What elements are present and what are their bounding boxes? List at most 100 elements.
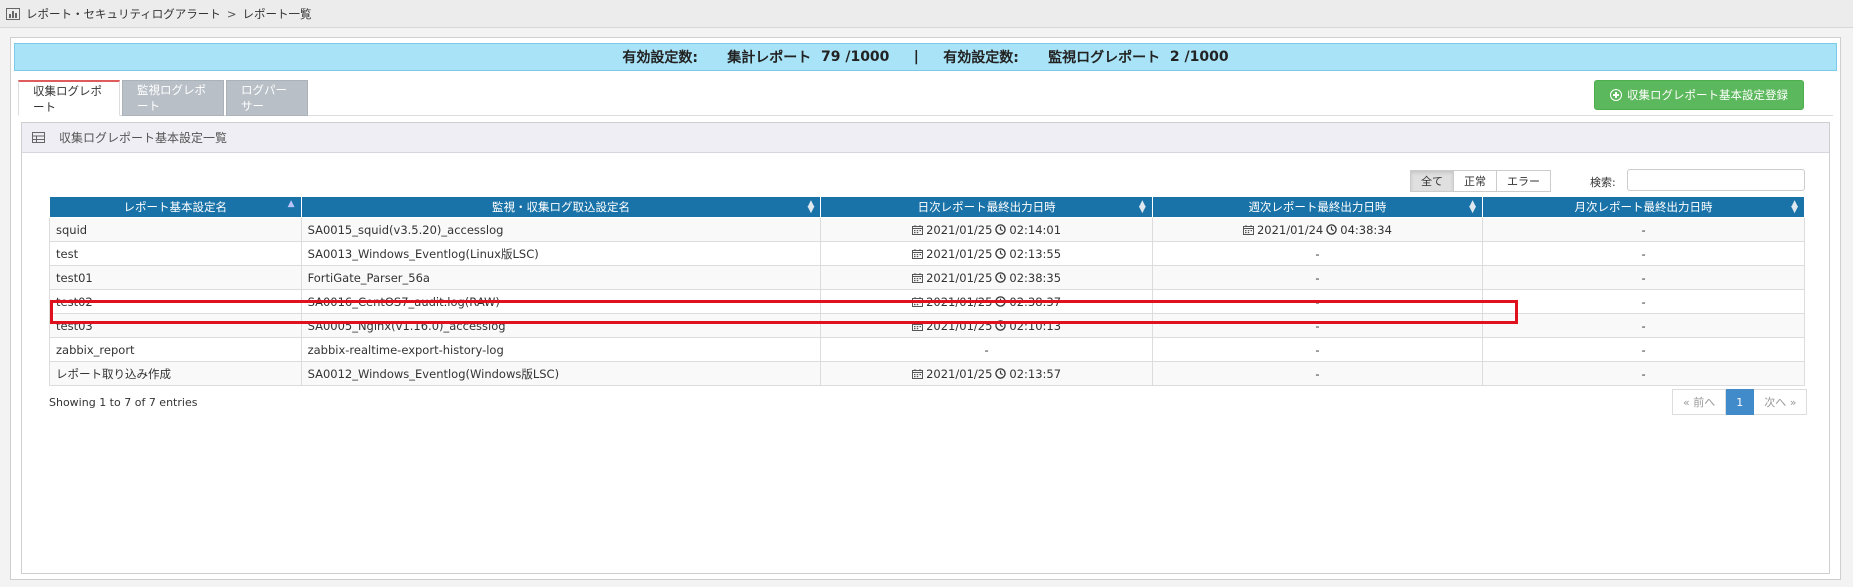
- cell-weekly-output: 2021/01/24 04:38:34: [1151, 217, 1484, 242]
- calendar-icon: [912, 224, 924, 235]
- cell-daily-output: 2021/01/25 02:38:35: [820, 265, 1153, 290]
- sort-icon: ▲ ▼: [1138, 199, 1146, 215]
- col-header-monthly-output[interactable]: 月次レポート最終出力日時 ▲ ▼: [1482, 196, 1805, 218]
- table-row[interactable]: test01 FortiGate_Parser_56a 2021/01/25 02…: [49, 265, 1805, 290]
- register-button-label: 収集ログレポート基本設定登録: [1627, 88, 1788, 102]
- col-header-report-name[interactable]: レポート基本設定名 ▲: [49, 196, 302, 218]
- breadcrumb-section-link[interactable]: レポート・セキュリティログアラート: [26, 6, 221, 22]
- cell-daily-output: 2021/01/25 02:10:13: [820, 313, 1153, 338]
- breadcrumb-current: レポート一覧: [242, 6, 312, 21]
- cell-report-name[interactable]: squid: [49, 217, 302, 242]
- report-settings-table: レポート基本設定名 ▲ 監視・収集ログ取込設定名 ▲ ▼ 日次レポート最終出力日時 ▲ ▼…: [49, 196, 1805, 386]
- cell-weekly-output: -: [1151, 289, 1484, 314]
- cell-daily-output: -: [820, 337, 1153, 362]
- panel-title: 収集ログレポート基本設定一覧: [59, 131, 228, 145]
- cell-monthly-output: -: [1482, 265, 1805, 290]
- table-row[interactable]: squid SA0015_squid(v3.5.20)_accesslog 20…: [49, 217, 1805, 242]
- table-row-highlighted[interactable]: zabbix_report zabbix-realtime-export-his…: [49, 337, 1805, 362]
- cell-source-setting: SA0005_Nginx(v1.16.0)_accesslog: [300, 313, 822, 338]
- clock-icon: [995, 319, 1007, 331]
- filter-error-button[interactable]: エラー: [1497, 170, 1551, 192]
- tab-monitor-log-report[interactable]: 監視ログレポート: [122, 80, 224, 116]
- search-input[interactable]: [1627, 169, 1805, 191]
- clock-icon: [995, 295, 1007, 307]
- tab-collected-log-report[interactable]: 収集ログレポート: [18, 80, 120, 116]
- bar-chart-icon: [6, 7, 20, 20]
- cell-weekly-output: -: [1151, 337, 1484, 362]
- pagination: « 前へ 1 次へ »: [1672, 389, 1808, 415]
- calendar-icon: [912, 248, 924, 259]
- summary-item2-value: 2 /1000: [1169, 49, 1229, 65]
- register-base-setting-button[interactable]: 収集ログレポート基本設定登録: [1594, 80, 1804, 110]
- sort-icon: ▲ ▼: [1469, 199, 1477, 215]
- calendar-icon: [912, 272, 924, 283]
- table-header-row: レポート基本設定名 ▲ 監視・収集ログ取込設定名 ▲ ▼ 日次レポート最終出力日時 ▲ ▼…: [49, 196, 1805, 218]
- cell-report-name[interactable]: test: [49, 241, 302, 266]
- cell-monthly-output: -: [1482, 289, 1805, 314]
- cell-report-name[interactable]: レポート取り込み作成: [49, 361, 302, 386]
- summary-label-2: 有効設定数:: [943, 50, 1019, 66]
- cell-source-setting: FortiGate_Parser_56a: [300, 265, 822, 290]
- table-row[interactable]: test03 SA0005_Nginx(v1.16.0)_accesslog 2…: [49, 313, 1805, 338]
- filter-all-button[interactable]: 全て: [1410, 170, 1454, 192]
- cell-report-name[interactable]: test03: [49, 313, 302, 338]
- pagination-prev-button[interactable]: « 前へ: [1672, 389, 1727, 415]
- summary-item2-name: 監視ログレポート: [1048, 50, 1161, 66]
- cell-monthly-output: -: [1482, 241, 1805, 266]
- calendar-icon: [1242, 224, 1254, 235]
- cell-daily-output: 2021/01/25 02:13:55: [820, 241, 1153, 266]
- cell-source-setting: SA0012_Windows_Eventlog(Windows版LSC): [300, 361, 822, 386]
- table-row[interactable]: test SA0013_Windows_Eventlog(Linux版LSC) …: [49, 241, 1805, 266]
- sort-asc-icon: ▲: [287, 199, 295, 209]
- clock-icon: [1326, 223, 1337, 235]
- clock-icon: [995, 247, 1007, 259]
- sort-icon: ▲ ▼: [1791, 199, 1798, 215]
- col-header-source-setting[interactable]: 監視・収集ログ取込設定名 ▲ ▼: [300, 196, 822, 218]
- search-label: 検索:: [1590, 176, 1616, 189]
- clock-icon: [995, 367, 1007, 379]
- cell-source-setting: SA0016_CentOS7_audit.log(RAW): [300, 289, 822, 314]
- filter-normal-button[interactable]: 正常: [1454, 170, 1497, 192]
- main-frame: 有効設定数: 集計レポート 79 /1000 | 有効設定数: 監視ログレポート…: [10, 37, 1841, 580]
- plus-circle-icon: [1610, 89, 1622, 101]
- pagination-page-1[interactable]: 1: [1726, 389, 1755, 415]
- cell-source-setting: zabbix-realtime-export-history-log: [300, 337, 822, 362]
- pagination-next-button[interactable]: 次へ »: [1754, 389, 1808, 415]
- tab-bar: 収集ログレポート 監視ログレポート ログパーサー: [18, 78, 1833, 116]
- cell-monthly-output: -: [1482, 313, 1805, 338]
- cell-daily-output: 2021/01/25 02:13:57: [820, 361, 1153, 386]
- cell-weekly-output: -: [1151, 361, 1484, 386]
- cell-daily-output: 2021/01/25 02:14:01: [820, 217, 1153, 242]
- calendar-icon: [912, 320, 924, 331]
- sort-icon: ▲ ▼: [807, 199, 815, 215]
- cell-daily-output: 2021/01/25 02:38:37: [820, 289, 1153, 314]
- cell-report-name[interactable]: zabbix_report: [49, 337, 302, 362]
- breadcrumb: レポート・セキュリティログアラート > レポート一覧: [0, 0, 1853, 28]
- cell-report-name[interactable]: test02: [49, 289, 302, 314]
- table-icon: [32, 132, 45, 143]
- cell-monthly-output: -: [1482, 217, 1805, 242]
- summary-item1-value: 79 /1000: [820, 49, 890, 65]
- col-header-weekly-output[interactable]: 週次レポート最終出力日時 ▲ ▼: [1151, 196, 1484, 218]
- table-row[interactable]: レポート取り込み作成 SA0012_Windows_Eventlog(Windo…: [49, 361, 1805, 386]
- cell-weekly-output: -: [1151, 241, 1484, 266]
- cell-weekly-output: -: [1151, 265, 1484, 290]
- calendar-icon: [912, 368, 924, 379]
- status-filter-group: 全て 正常 エラー: [1410, 170, 1551, 192]
- panel-header: 収集ログレポート基本設定一覧: [22, 123, 1829, 153]
- cell-source-setting: SA0013_Windows_Eventlog(Linux版LSC): [300, 241, 822, 266]
- cell-report-name[interactable]: test01: [49, 265, 302, 290]
- breadcrumb-separator: >: [226, 6, 237, 21]
- table-row[interactable]: test02 SA0016_CentOS7_audit.log(RAW) 202…: [49, 289, 1805, 314]
- cell-monthly-output: -: [1482, 337, 1805, 362]
- col-header-daily-output[interactable]: 日次レポート最終出力日時 ▲ ▼: [820, 196, 1153, 218]
- settings-list-panel: 収集ログレポート基本設定一覧 全て 正常 エラー 検索: レポート基本設定名 ▲ …: [21, 122, 1830, 574]
- summary-label-1: 有効設定数:: [622, 50, 698, 66]
- cell-monthly-output: -: [1482, 361, 1805, 386]
- cell-weekly-output: -: [1151, 313, 1484, 338]
- clock-icon: [995, 223, 1007, 235]
- tab-log-parser[interactable]: ログパーサー: [226, 80, 308, 116]
- cell-source-setting: SA0015_squid(v3.5.20)_accesslog: [300, 217, 822, 242]
- clock-icon: [995, 271, 1007, 283]
- table-info-text: Showing 1 to 7 of 7 entries: [49, 396, 198, 409]
